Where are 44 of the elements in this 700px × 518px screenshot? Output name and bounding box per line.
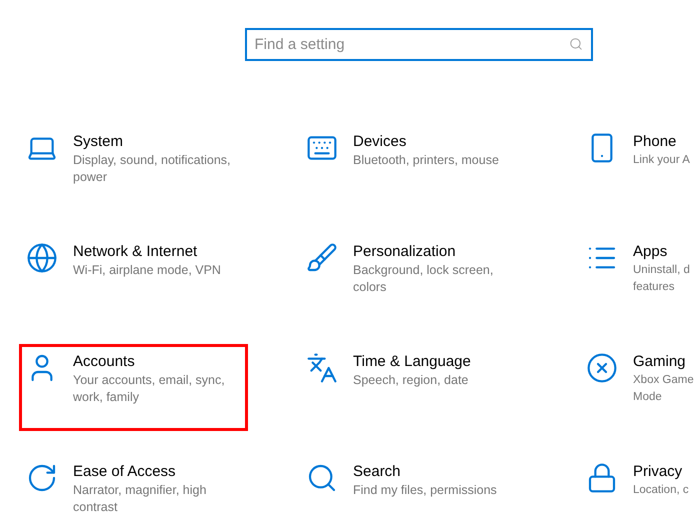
- globe-icon: [26, 242, 58, 274]
- settings-tile[interactable]: Devices Bluetooth, printers, mouse: [299, 124, 528, 211]
- lock-icon: [586, 462, 618, 494]
- settings-tile[interactable]: System Display, sound, notifications, power: [19, 124, 248, 211]
- search-field[interactable]: Find a setting: [244, 28, 592, 61]
- settings-tile[interactable]: Personalization Background, lock screen, colors: [299, 234, 528, 321]
- tile-description: Xbox Game Mode: [633, 373, 695, 405]
- tile-description: Narrator, magnifier, high contrast: [73, 482, 208, 516]
- settings-tile[interactable]: Accounts Your accounts, email, sync, work, family: [19, 344, 248, 431]
- settings-tile[interactable]: Ease of Access Narrator, magnifier, high contrast: [19, 454, 248, 518]
- tile-title: Search: [353, 462, 402, 482]
- tile-description: Bluetooth, printers, mouse: [353, 152, 500, 169]
- tile-title: System: [73, 132, 124, 152]
- tile-title: Personalization: [353, 242, 457, 262]
- search-icon: [306, 462, 338, 494]
- brush-icon: [306, 242, 338, 274]
- settings-tile[interactable]: Gaming Xbox Game Mode: [579, 344, 700, 431]
- settings-tile[interactable]: Privacy Location, c: [579, 454, 700, 518]
- tile-description: Location, c: [633, 483, 690, 498]
- tile-title: Phone: [633, 132, 678, 152]
- language-icon: [306, 352, 338, 384]
- settings-tile[interactable]: Phone Link your A: [579, 124, 700, 211]
- tile-description: Link your A: [633, 153, 691, 168]
- x-circle-icon: [586, 352, 618, 384]
- settings-tile[interactable]: Apps Uninstall, d features: [579, 234, 700, 321]
- tile-description: Your accounts, email, sync, work, family: [73, 372, 226, 406]
- tile-title: Apps: [633, 242, 668, 262]
- tile-description: Wi-Fi, airplane mode, VPN: [73, 262, 222, 279]
- tile-title: Devices: [353, 132, 408, 152]
- settings-tile[interactable]: Search Find my files, permissions: [299, 454, 528, 518]
- tile-title: Gaming: [633, 352, 687, 372]
- settings-tile[interactable]: Network & Internet Wi-Fi, airplane mode, VPN: [19, 234, 248, 321]
- tile-title: Accounts: [73, 352, 136, 372]
- tile-title: Network & Internet: [73, 242, 198, 262]
- tile-description: Display, sound, notifications, power: [73, 152, 232, 186]
- search-icon: [568, 37, 582, 51]
- tile-title: Privacy: [633, 462, 684, 482]
- tile-description: Uninstall, d features: [633, 263, 691, 295]
- tile-description: Background, lock screen, colors: [353, 262, 494, 296]
- tile-description: Find my files, permissions: [353, 482, 498, 499]
- tile-description: Speech, region, date: [353, 372, 470, 389]
- tile-title: Ease of Access: [73, 462, 177, 482]
- tile-title: Time & Language: [353, 352, 472, 372]
- settings-tile[interactable]: Time & Language Speech, region, date: [299, 344, 528, 431]
